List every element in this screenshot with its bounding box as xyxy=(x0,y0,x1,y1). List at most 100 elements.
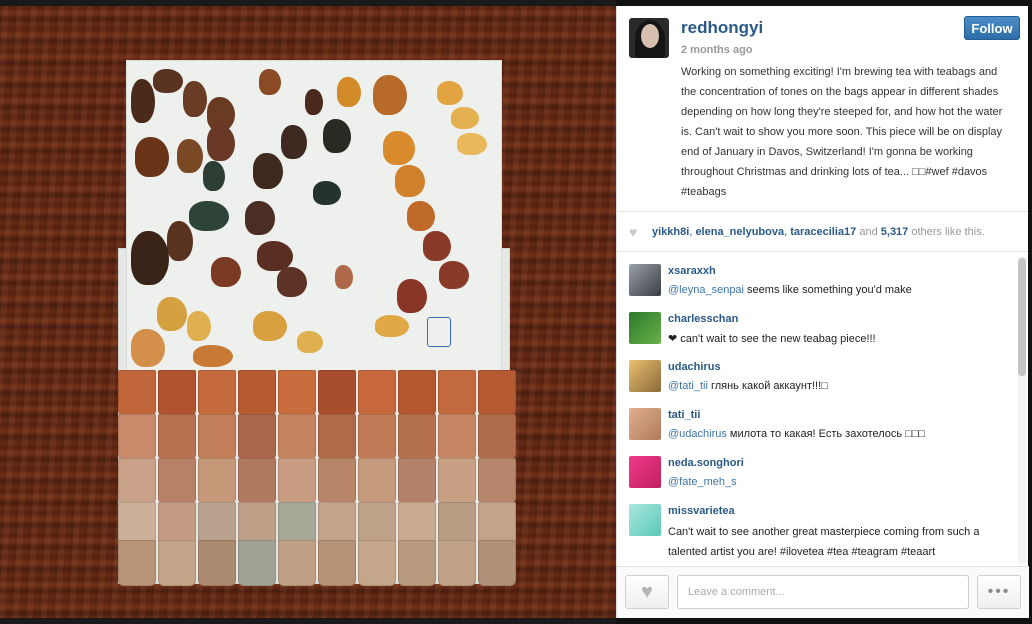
comment-mention[interactable]: @leyna_senpai xyxy=(668,284,744,296)
commenter-avatar[interactable] xyxy=(629,360,661,392)
teabag xyxy=(478,540,516,586)
teabag xyxy=(158,370,196,416)
teabag xyxy=(198,370,236,416)
paint-swatch xyxy=(423,231,451,261)
teabag xyxy=(358,370,396,416)
paint-swatch xyxy=(437,81,463,105)
comment-text: @udachirus милота то какая! Есть захотел… xyxy=(668,428,925,440)
paint-swatch xyxy=(457,133,487,155)
comments-scrollbar[interactable] xyxy=(1018,256,1026,564)
teabag xyxy=(398,458,436,504)
teabag xyxy=(158,414,196,460)
commenter-avatar[interactable] xyxy=(629,456,661,488)
comment-text: ❤ can't wait to see the new teabag piece… xyxy=(668,332,876,345)
teabag xyxy=(478,458,516,504)
comment-mention[interactable]: @fate_meh_s xyxy=(668,476,737,488)
more-options-button[interactable]: ••• xyxy=(977,575,1021,609)
photo-bottom-strip xyxy=(0,618,616,624)
post-photo[interactable] xyxy=(0,0,616,624)
comment-item: neda.songhori @fate_meh_s xyxy=(617,446,1029,494)
likes-summary: ♥ yikkh8i, elena_nelyubova, taracecilia1… xyxy=(617,212,1028,252)
liker-link[interactable]: yikkh8i xyxy=(652,226,689,238)
post-header: redhongyi 2 months ago Follow Working on… xyxy=(617,6,1028,212)
paint-swatch xyxy=(131,231,169,285)
teabag xyxy=(118,414,156,460)
teabag xyxy=(358,540,396,586)
paint-swatch xyxy=(131,79,155,123)
teabag xyxy=(438,458,476,504)
teabag xyxy=(238,458,276,504)
paint-swatch xyxy=(253,311,287,341)
paint-swatch xyxy=(153,69,183,93)
commenter-avatar[interactable] xyxy=(629,504,661,536)
teabag xyxy=(118,540,156,586)
teabag xyxy=(478,414,516,460)
comment-text: Can't wait to see another great masterpi… xyxy=(668,522,1008,562)
follow-button[interactable]: Follow xyxy=(964,16,1020,40)
paint-swatch xyxy=(189,201,229,231)
heart-icon: ♥ xyxy=(641,580,653,603)
avatar-face xyxy=(641,24,659,48)
liker-link[interactable]: taracecilia17 xyxy=(790,226,856,238)
comment-body: милота то какая! Есть захотелось □□□ xyxy=(726,428,926,440)
teabag xyxy=(118,370,156,416)
post-time-ago[interactable]: 2 months ago xyxy=(681,44,753,56)
commenter-username[interactable]: xsaraxxh xyxy=(668,265,716,277)
paint-swatch xyxy=(375,315,409,337)
teabag xyxy=(198,540,236,586)
teabag xyxy=(198,414,236,460)
comment-body: seems like something you'd make xyxy=(744,284,912,296)
teabag xyxy=(398,414,436,460)
paint-swatch xyxy=(183,81,207,117)
paint-swatch xyxy=(451,107,479,129)
commenter-username[interactable]: udachirus xyxy=(668,361,721,373)
pencil-sketch xyxy=(427,317,451,347)
comment-text: @fate_meh_s xyxy=(668,476,737,488)
teabag-rows xyxy=(118,370,518,586)
teabag xyxy=(358,414,396,460)
commenter-avatar[interactable] xyxy=(629,312,661,344)
comment-text: @tati_tii глянь какой аккаунт!!!□ xyxy=(668,380,828,392)
commenter-avatar[interactable] xyxy=(629,408,661,440)
commenter-username[interactable]: charlesschan xyxy=(668,313,738,325)
comment-item: xsaraxxh @leyna_senpai seems like someth… xyxy=(617,254,1029,302)
like-button[interactable]: ♥ xyxy=(625,575,669,609)
teabag xyxy=(398,370,436,416)
comment-mention[interactable]: @tati_tii xyxy=(668,380,708,392)
photo-top-strip xyxy=(0,0,616,6)
teabag xyxy=(158,540,196,586)
comment-mention[interactable]: @udachirus xyxy=(668,428,727,440)
comments-list: xsaraxxh @leyna_senpai seems like someth… xyxy=(617,254,1029,566)
comment-input[interactable] xyxy=(677,575,969,609)
paint-swatch xyxy=(187,311,211,341)
commenter-username[interactable]: missvarietea xyxy=(668,505,735,517)
comment-item: udachirus @tati_tii глянь какой аккаунт!… xyxy=(617,350,1029,398)
author-avatar[interactable] xyxy=(629,18,669,58)
scrollbar-thumb[interactable] xyxy=(1018,258,1026,376)
paint-swatch xyxy=(407,201,435,231)
heart-icon: ♥ xyxy=(629,223,638,240)
paint-swatch xyxy=(397,279,427,313)
teabag xyxy=(278,540,316,586)
commenter-username[interactable]: neda.songhori xyxy=(668,457,744,469)
liker-link[interactable]: elena_nelyubova xyxy=(695,226,784,238)
teabag xyxy=(198,458,236,504)
author-username[interactable]: redhongyi xyxy=(681,18,763,38)
likes-suffix: others like this. xyxy=(911,225,985,238)
paint-swatch xyxy=(203,161,225,191)
teabag xyxy=(318,540,356,586)
teabag xyxy=(358,458,396,504)
paint-swatch xyxy=(395,165,425,197)
paint-swatch xyxy=(157,297,187,331)
comment-item: missvarietea Can't wait to see another g… xyxy=(617,494,1029,558)
paint-swatch xyxy=(277,267,307,297)
commenter-username[interactable]: tati_tii xyxy=(668,409,700,421)
comment-body: Can't wait to see another great masterpi… xyxy=(668,526,980,558)
paint-swatch xyxy=(323,119,351,153)
post-caption: Working on something exciting! I'm brewi… xyxy=(681,66,1003,198)
paint-swatch xyxy=(335,265,353,289)
teabag xyxy=(318,414,356,460)
paint-swatch xyxy=(253,153,283,189)
commenter-avatar[interactable] xyxy=(629,264,661,296)
likes-count[interactable]: 5,317 xyxy=(881,226,909,238)
